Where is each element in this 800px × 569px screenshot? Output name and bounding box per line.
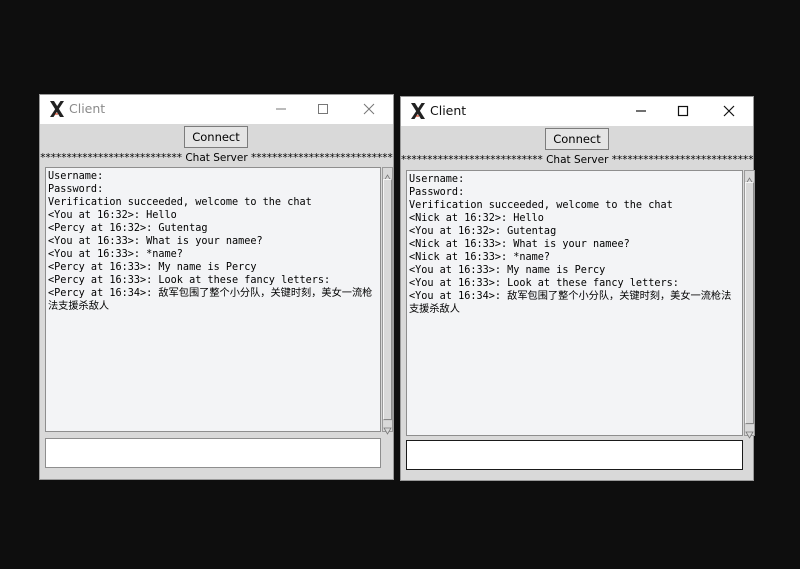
chat-log-line: Verification succeeded, welcome to the c… (409, 200, 673, 211)
chat-log-line: Password: (48, 184, 104, 195)
scroll-down-arrow[interactable] (383, 421, 392, 435)
chat-log-line: <Nick at 16:33>: *name? (409, 252, 551, 263)
maximize-icon (677, 105, 689, 117)
chat-log-line: Username: (48, 171, 104, 182)
window-title: Client (430, 103, 467, 118)
chat-log[interactable]: Username: Password: Verification succeeded… (406, 170, 743, 436)
chat-log-scrollbar[interactable] (744, 170, 755, 439)
message-input[interactable] (45, 438, 381, 468)
scroll-thumb[interactable] (745, 182, 754, 424)
chat-log[interactable]: Username: Password: Verification succeeded… (45, 167, 381, 432)
minimize-button[interactable] (261, 95, 301, 124)
title-bar[interactable]: Client (40, 95, 393, 124)
chat-log-text: Username: Password: Verification succeeded… (409, 173, 739, 316)
minimize-icon (636, 110, 646, 112)
scroll-down-arrow[interactable] (745, 425, 754, 439)
chat-log-line: <You at 16:32>: Gutentag (409, 226, 557, 237)
triangle-down-icon (383, 427, 392, 435)
x11-logo-icon (411, 103, 425, 119)
chat-log-line: <Percy at 16:33>: My name is Percy (48, 262, 257, 273)
title-bar[interactable]: Client (401, 97, 753, 126)
message-input[interactable] (406, 440, 743, 470)
window-title: Client (69, 101, 106, 116)
chat-log-line: <Percy at 16:34>: 敌军包围了整个小分队，关键时刻，美女一流枪法… (48, 288, 373, 312)
close-button[interactable] (349, 95, 389, 124)
client-window-left: Client Connect *************************… (39, 94, 394, 480)
triangle-down-icon (745, 431, 754, 439)
close-icon (363, 103, 375, 115)
maximize-button[interactable] (303, 95, 343, 124)
chat-log-text: Username: Password: Verification succeeded… (48, 170, 378, 313)
connect-button[interactable]: Connect (184, 126, 248, 148)
maximize-icon (318, 104, 328, 114)
chat-log-line: <Percy at 16:33>: Look at these fancy le… (48, 275, 331, 286)
chat-log-line: <You at 16:32>: Hello (48, 210, 177, 221)
scroll-up-arrow[interactable] (745, 171, 754, 185)
chat-log-line: Password: (409, 187, 465, 198)
chat-log-scrollbar[interactable] (382, 167, 393, 435)
close-icon (723, 105, 735, 117)
client-window-right: Client Connect *************************… (400, 96, 755, 481)
chat-log-line: <You at 16:33>: *name? (48, 249, 183, 260)
chat-log-line: <You at 16:33>: Look at these fancy lett… (409, 278, 679, 289)
chat-log-line: <You at 16:33>: My name is Percy (409, 265, 606, 276)
chat-server-banner: *************************** Chat Server … (401, 154, 753, 166)
x11-logo-icon (50, 101, 64, 117)
chat-server-banner: *************************** Chat Server … (40, 152, 393, 164)
chat-log-line: <Nick at 16:32>: Hello (409, 213, 544, 224)
chat-log-line: <You at 16:33>: What is your namee? (48, 236, 263, 247)
chat-log-line: <Nick at 16:33>: What is your namee? (409, 239, 630, 250)
scroll-thumb[interactable] (383, 179, 392, 420)
maximize-button[interactable] (663, 97, 703, 126)
chat-log-line: <Percy at 16:32>: Gutentag (48, 223, 208, 234)
chat-log-line: Verification succeeded, welcome to the c… (48, 197, 312, 208)
chat-log-line: <You at 16:34>: 敌军包围了整个小分队，关键时刻，美女一流枪法支援… (409, 291, 732, 315)
minimize-icon (276, 108, 286, 110)
chat-log-line: Username: (409, 174, 465, 185)
minimize-button[interactable] (621, 97, 661, 126)
scroll-up-arrow[interactable] (383, 168, 392, 182)
close-button[interactable] (709, 97, 749, 126)
connect-button[interactable]: Connect (545, 128, 609, 150)
